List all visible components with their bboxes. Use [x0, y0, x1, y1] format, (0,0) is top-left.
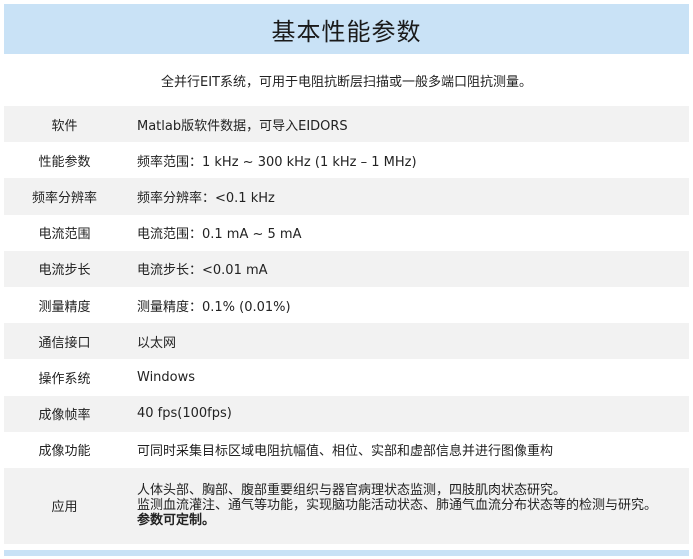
spec-page: 基本性能参数 全并行EIT系统，可用于电阻抗断层扫描或一般多端口阻抗测量。 软件…	[0, 0, 693, 559]
row-value: 可同时采集目标区域电阻抗幅值、相位、实部和虚部信息并进行图像重构	[125, 431, 689, 468]
table-row: 成像帧率 40 fps(100fps)	[4, 395, 689, 432]
application-value: 人体头部、胸部、腹部重要组织与器官病理状态监测，四肢肌肉状态研究。 监测血流灌注…	[125, 467, 689, 544]
row-label: 成像功能	[4, 431, 125, 468]
table-row: 性能参数 频率范围：1 kHz ~ 300 kHz (1 kHz – 1 MHz…	[4, 142, 689, 179]
row-label: 成像帧率	[4, 395, 125, 432]
specs-table: 软件 Matlab版软件数据，可导入EIDORS 性能参数 频率范围：1 kHz…	[4, 106, 689, 544]
row-value: Matlab版软件数据，可导入EIDORS	[125, 106, 689, 143]
row-value: 以太网	[125, 323, 689, 360]
row-value: 40 fps(100fps)	[125, 395, 689, 432]
row-label: 性能参数	[4, 142, 125, 179]
row-label: 软件	[4, 106, 125, 143]
table-row: 操作系统 Windows	[4, 359, 689, 396]
row-label: 电流步长	[4, 250, 125, 287]
row-value: 频率范围：1 kHz ~ 300 kHz (1 kHz – 1 MHz)	[125, 142, 689, 179]
row-label: 操作系统	[4, 359, 125, 396]
row-value: Windows	[125, 359, 689, 396]
application-line: 人体头部、胸部、腹部重要组织与器官病理状态监测，四肢肌肉状态研究。	[137, 483, 567, 499]
table-row: 电流范围 电流范围：0.1 mA ~ 5 mA	[4, 214, 689, 251]
row-value: 频率分辨率：<0.1 kHz	[125, 178, 689, 215]
row-label: 电流范围	[4, 214, 125, 251]
table-row-application: 应用 人体头部、胸部、腹部重要组织与器官病理状态监测，四肢肌肉状态研究。 监测血…	[4, 467, 689, 544]
row-label: 通信接口	[4, 323, 125, 360]
table-row: 测量精度 测量精度：0.1% (0.01%)	[4, 286, 689, 324]
title-bar: 基本性能参数	[4, 4, 689, 54]
row-label: 应用	[4, 467, 125, 544]
application-line: 监测血流灌注、通气等功能，实现脑功能活动状态、肺通气血流分布状态等的检测与研究。	[137, 498, 658, 514]
row-value: 电流范围：0.1 mA ~ 5 mA	[125, 214, 689, 251]
table-row: 通信接口 以太网	[4, 323, 689, 360]
row-label: 测量精度	[4, 286, 125, 324]
intro-text: 全并行EIT系统，可用于电阻抗断层扫描或一般多端口阻抗测量。	[161, 74, 532, 90]
table-row: 电流步长 电流步长：<0.01 mA	[4, 250, 689, 287]
table-row: 成像功能 可同时采集目标区域电阻抗幅值、相位、实部和虚部信息并进行图像重构	[4, 431, 689, 468]
customizable-note: 参数可定制。	[137, 513, 216, 529]
bottom-bar	[4, 550, 689, 556]
row-label: 频率分辨率	[4, 178, 125, 215]
page-title: 基本性能参数	[271, 17, 422, 46]
table-row: 频率分辨率 频率分辨率：<0.1 kHz	[4, 178, 689, 215]
row-value: 测量精度：0.1% (0.01%)	[125, 286, 689, 324]
row-value: 电流步长：<0.01 mA	[125, 250, 689, 287]
table-row: 软件 Matlab版软件数据，可导入EIDORS	[4, 106, 689, 143]
